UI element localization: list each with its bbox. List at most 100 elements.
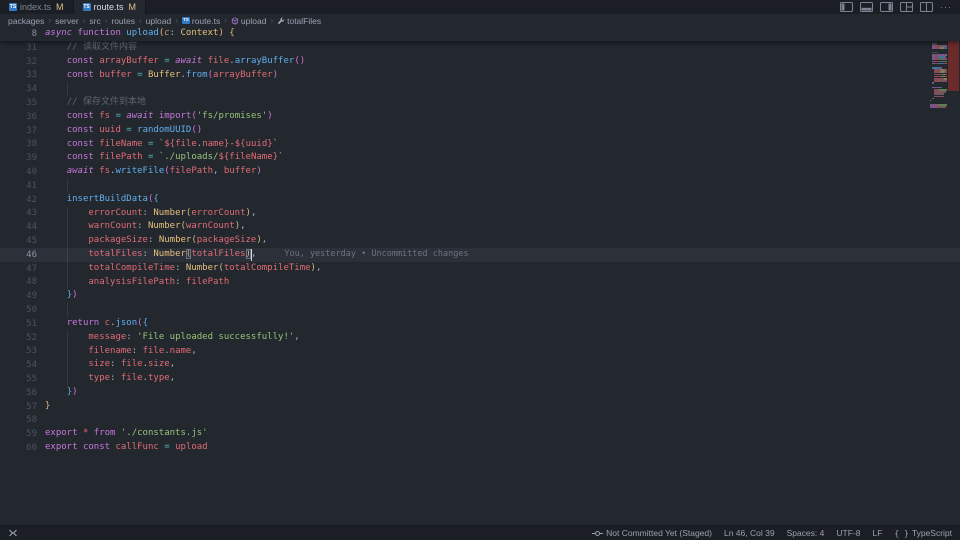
- code-line[interactable]: 45 packageSize: Number(packageSize),: [0, 234, 960, 248]
- code-token: buffer: [99, 69, 132, 80]
- code-line[interactable]: 48 analysisFilePath: filePath: [0, 275, 960, 290]
- code-token: Buffer: [147, 69, 181, 80]
- breadcrumb-item[interactable]: routes: [111, 16, 135, 26]
- code-line[interactable]: 32 const arrayBuffer = await file.arrayB…: [0, 55, 960, 69]
- breadcrumb-item[interactable]: packages: [8, 16, 44, 26]
- breadcrumb-label: packages: [8, 15, 45, 26]
- breadcrumb-item[interactable]: src: [89, 16, 100, 26]
- code-line[interactable]: 39 const filePath = `./uploads/${fileNam…: [0, 151, 960, 165]
- line-text: const filePath = `./uploads/${fileName}`: [45, 151, 284, 165]
- line-text: const fs = await import('fs/promises'): [45, 110, 273, 124]
- code-line[interactable]: 31 // 读取文件内容: [0, 41, 960, 55]
- code-token: const: [66, 55, 100, 66]
- toggle-primary-sidebar-icon[interactable]: [840, 2, 853, 12]
- code-line[interactable]: 43 errorCount: Number(errorCount),: [0, 206, 960, 221]
- line-number: 50: [26, 305, 37, 316]
- code-token: ,: [250, 207, 257, 218]
- code-line[interactable]: 56 }): [0, 386, 960, 400]
- code-token: file: [142, 345, 165, 356]
- status-item[interactable]: Not Committed Yet (Staged): [592, 528, 712, 538]
- code-line[interactable]: 52 message: 'File uploaded successfully!…: [0, 330, 960, 345]
- status-item[interactable]: { } TypeScript: [894, 528, 952, 538]
- code-line[interactable]: 49 }): [0, 289, 960, 303]
- git-blame-annotation: You, yesterday • Uncommitted changes: [284, 248, 469, 259]
- status-item[interactable]: Spaces: 4: [787, 528, 825, 538]
- status-label: Ln 46, Col 39: [723, 528, 775, 538]
- code-line[interactable]: 34: [0, 82, 960, 97]
- customize-layout-icon[interactable]: [900, 2, 913, 12]
- breadcrumb-label: route.ts: [191, 15, 221, 26]
- toggle-secondary-sidebar-icon[interactable]: [880, 2, 893, 12]
- line-text: }): [45, 289, 78, 303]
- code-line[interactable]: 60 export const callFunc = upload: [0, 441, 960, 455]
- editor[interactable]: 8 async function upload(c: Context) { 31 …: [0, 27, 960, 525]
- breadcrumb-item[interactable]: totalFiles: [277, 16, 321, 26]
- toggle-panel-icon[interactable]: [860, 2, 873, 12]
- code-token: ,: [315, 262, 322, 273]
- text-cursor: [250, 248, 253, 261]
- code-line[interactable]: 42 insertBuildData({: [0, 193, 960, 207]
- code-token: insertBuildData: [66, 193, 148, 204]
- code-line[interactable]: 58: [0, 414, 960, 428]
- line-text: await fs.writeFile(filePath, buffer): [45, 165, 262, 179]
- code-token: arrayBuffer: [99, 55, 159, 66]
- code-line[interactable]: 53 filename: file.name,: [0, 344, 960, 359]
- code-line[interactable]: 40 await fs.writeFile(filePath, buffer): [0, 165, 960, 179]
- editor-tab[interactable]: TS route.ts M: [73, 0, 147, 14]
- code-line[interactable]: 50: [0, 303, 960, 317]
- more-actions-icon[interactable]: ···: [940, 2, 952, 12]
- line-text: totalFiles: Number(totalFiles), You, yest…: [45, 248, 469, 262]
- code-token: file: [175, 138, 197, 149]
- sticky-scroll-line[interactable]: 8 async function upload(c: Context) {: [0, 27, 960, 41]
- code-token: Number: [185, 262, 219, 273]
- code-line[interactable]: 41: [0, 178, 960, 193]
- breadcrumb-label: upload: [145, 15, 172, 26]
- code-line[interactable]: 54 size: file.size,: [0, 358, 960, 373]
- code-token: json: [115, 317, 138, 328]
- line-text: // 保存文件到本地: [45, 96, 146, 110]
- line-text: analysisFilePath: filePath: [45, 276, 229, 290]
- code-line[interactable]: 33 const buffer = Buffer.from(arrayBuffe…: [0, 69, 960, 83]
- code-line[interactable]: 46 totalFiles: Number(totalFiles), You, y…: [0, 247, 960, 262]
- code-token: function: [77, 28, 127, 39]
- code-line[interactable]: 38 const fileName = `${file.name}-${uuid…: [0, 138, 960, 152]
- code-line[interactable]: 44 warnCount: Number(warnCount),: [0, 220, 960, 235]
- breadcrumb-item[interactable]: server: [55, 16, 79, 26]
- breadcrumb-item[interactable]: upload: [231, 16, 266, 26]
- code-line[interactable]: 59 export * from './constants.js': [0, 427, 960, 441]
- breadcrumb-item[interactable]: upload: [146, 16, 172, 26]
- status-item[interactable]: UTF-8: [836, 528, 860, 538]
- code-token: errorCount: [191, 207, 246, 218]
- remote-indicator-button[interactable]: [8, 528, 18, 538]
- code-line[interactable]: 51 return c.json({: [0, 317, 960, 331]
- code-token: ,: [294, 331, 300, 342]
- indent-guide: [66, 178, 68, 193]
- line-number: 51: [26, 318, 37, 329]
- code-line[interactable]: 55 type: file.type,: [0, 372, 960, 386]
- breadcrumb-label: totalFiles: [287, 15, 322, 26]
- code-line[interactable]: 37 const uuid = randomUUID(): [0, 124, 960, 138]
- code-token: uuid: [99, 124, 121, 135]
- code-token: Number: [158, 235, 192, 246]
- code-token: export: [45, 442, 83, 453]
- code-token: ) {: [218, 28, 235, 39]
- code-line[interactable]: 36 const fs = await import('fs/promises'…: [0, 110, 960, 124]
- breadcrumb-item[interactable]: TS route.ts: [181, 15, 221, 26]
- status-item[interactable]: Ln 46, Col 39: [724, 528, 775, 538]
- code-line[interactable]: 47 totalCompileTime: Number(totalCompile…: [0, 261, 960, 276]
- breadcrumb-label: server: [55, 15, 79, 26]
- code-token: message: [88, 331, 127, 342]
- split-editor-icon[interactable]: [920, 2, 933, 12]
- code-area[interactable]: 31 // 读取文件内容 32 const arrayBuffer = await…: [0, 41, 960, 455]
- status-item[interactable]: LF: [872, 528, 882, 538]
- code-token: Context: [180, 28, 219, 39]
- code-line[interactable]: 57}: [0, 400, 960, 414]
- status-label: TypeScript: [911, 528, 952, 538]
- code-line[interactable]: 35 // 保存文件到本地: [0, 96, 960, 110]
- editor-tab[interactable]: TS index.ts M: [0, 0, 74, 14]
- code-token: totalCompileTime: [88, 262, 176, 273]
- minimap[interactable]: [930, 27, 947, 525]
- code-token: writeFile: [115, 166, 165, 177]
